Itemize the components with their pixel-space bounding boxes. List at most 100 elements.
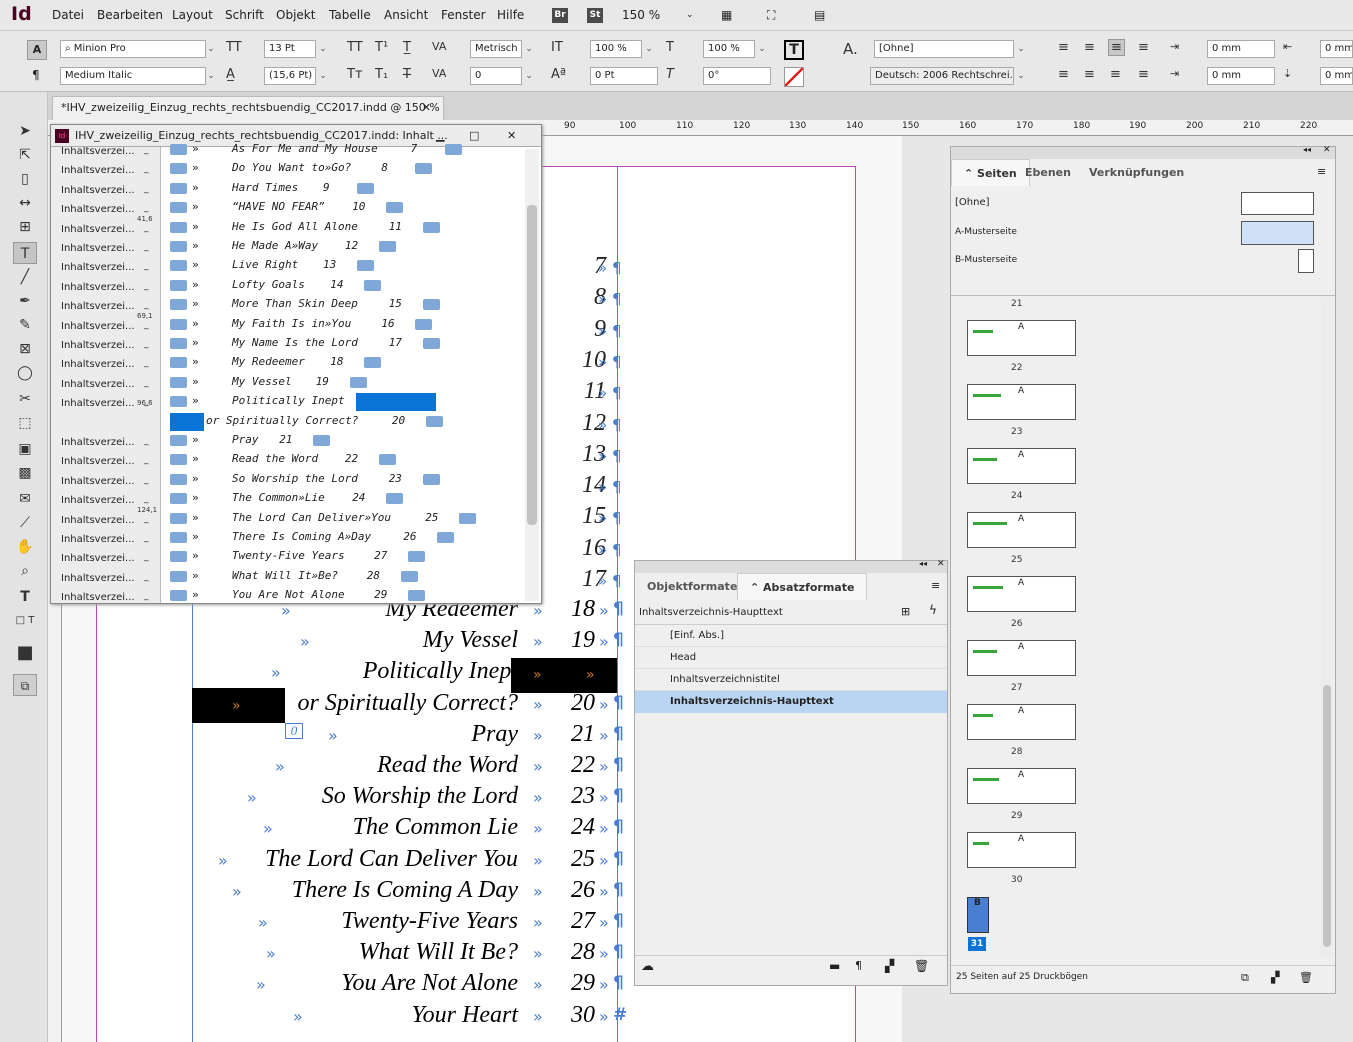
menu-objekt[interactable]: Objekt: [276, 8, 315, 22]
page-thumb[interactable]: A: [967, 576, 1076, 612]
master-none[interactable]: [Ohne]: [955, 197, 990, 208]
story-editor-scrollbar[interactable]: [525, 149, 539, 601]
new-group-icon[interactable]: ⊞: [901, 605, 910, 618]
chevron-down-icon[interactable]: ⌄: [204, 67, 218, 85]
close-icon[interactable]: ✕: [422, 97, 431, 119]
justify-right-icon[interactable]: ≡: [1138, 67, 1149, 82]
clear-overrides-icon[interactable]: ¶: [855, 959, 862, 972]
toc-line[interactable]: or Spiritually Correct?» 20» ¶: [96, 690, 626, 721]
gradient-swatch-tool-icon[interactable]: ▣: [13, 438, 37, 460]
story-row[interactable]: » You Are Not Alone 29: [163, 587, 523, 605]
zoom-tool-icon[interactable]: ⌕: [13, 560, 37, 582]
screen-mode-icon[interactable]: ⧉: [13, 674, 37, 696]
menu-schrift[interactable]: Schrift: [225, 8, 264, 22]
toc-line[interactable]: Twenty-Five Years»» 27» ¶: [96, 908, 626, 939]
type-tool-icon[interactable]: T: [13, 242, 37, 264]
story-row[interactable]: » Pray 21: [163, 432, 523, 450]
arrange-documents-icon[interactable]: ▤: [814, 8, 825, 22]
pen-tool-icon[interactable]: ✒: [13, 290, 37, 312]
story-row[interactable]: » Twenty-Five Years 27: [163, 548, 523, 566]
chevron-down-icon[interactable]: ⌄: [522, 67, 536, 85]
toc-line[interactable]: Pray»» 21» ¶: [96, 721, 626, 752]
eyedropper-tool-icon[interactable]: ⟋: [13, 512, 37, 534]
skew-field[interactable]: 0°: [703, 67, 771, 85]
collapse-icon[interactable]: ◂◂: [1303, 145, 1311, 154]
font-style-field[interactable]: Medium Italic: [60, 67, 206, 85]
chevron-down-icon[interactable]: ⌄: [522, 40, 536, 58]
chevron-down-icon[interactable]: ⌄: [316, 67, 330, 85]
horizontal-scale-field[interactable]: 100 %: [703, 40, 755, 58]
justify-all-icon[interactable]: ≡: [1110, 67, 1121, 82]
story-row[interactable]: » Live Right 13: [163, 257, 523, 275]
story-row[interactable]: » What Will It»Be? 28: [163, 568, 523, 586]
subscript-icon[interactable]: T₁: [375, 67, 388, 82]
close-icon[interactable]: ✕: [937, 559, 945, 569]
edit-page-size-icon[interactable]: ⧉: [1241, 971, 1249, 985]
toc-line[interactable]: Read the Word»» 22» ¶: [96, 752, 626, 783]
folder-icon[interactable]: ▬: [829, 959, 840, 973]
panel-menu-icon[interactable]: ≡: [1317, 165, 1326, 178]
style-item-selected[interactable]: Inhaltsverzeichnis-Haupttext: [635, 691, 947, 713]
toc-line[interactable]: So Worship the Lord»» 23» ¶: [96, 783, 626, 814]
master-b[interactable]: B-Musterseite: [955, 255, 1017, 265]
text-fill-icon[interactable]: T: [784, 40, 804, 60]
panel-menu-icon[interactable]: ≡: [931, 579, 940, 592]
chevron-down-icon[interactable]: ⌄: [1014, 40, 1028, 58]
lightning-icon[interactable]: ϟ: [929, 603, 937, 617]
toc-line[interactable]: The Common Lie»» 24» ¶: [96, 814, 626, 845]
page-label-selected[interactable]: 31: [968, 937, 986, 951]
toc-line[interactable]: You Are Not Alone»» 29» ¶: [96, 970, 626, 1001]
direct-selection-tool-icon[interactable]: ⇱: [13, 144, 37, 166]
story-row[interactable]: » Politically Inept: [163, 393, 523, 412]
story-row[interactable]: » He Is God All Alone 11: [163, 219, 523, 237]
free-transform-tool-icon[interactable]: ⬚: [13, 412, 37, 434]
page-thumb-last[interactable]: B: [967, 897, 989, 933]
story-row[interactable]: » My Redeemer 18: [163, 354, 523, 372]
scissors-tool-icon[interactable]: ✂: [13, 388, 37, 410]
screen-mode-icon[interactable]: ▦: [721, 8, 732, 22]
underline-icon[interactable]: T̲: [403, 40, 411, 55]
ellipse-tool-icon[interactable]: ◯: [13, 362, 37, 384]
chevron-down-icon[interactable]: ⌄: [755, 40, 769, 58]
all-caps-icon[interactable]: TT: [347, 40, 363, 55]
story-row[interactable]: » “HAVE NO FEAR” 10: [163, 199, 523, 217]
justify-center-icon[interactable]: ≡: [1084, 67, 1095, 82]
story-row[interactable]: » My Name Is the Lord 17: [163, 335, 523, 353]
strikethrough-icon[interactable]: T̶: [403, 67, 411, 82]
toc-line[interactable]: My Vessel»» 19» ¶: [96, 627, 626, 658]
leading-field[interactable]: (15,6 Pt): [264, 67, 316, 85]
master-b-thumb[interactable]: [1298, 249, 1314, 273]
chevron-down-icon[interactable]: ⌄: [316, 40, 330, 58]
chevron-down-icon[interactable]: ⌄: [686, 10, 694, 20]
cloud-library-icon[interactable]: ☁: [641, 959, 654, 974]
story-row[interactable]: » As For Me and My House 7: [163, 141, 523, 159]
trash-icon[interactable]: 🗑: [1299, 971, 1313, 984]
close-icon[interactable]: ✕: [1323, 145, 1331, 155]
chevron-down-icon[interactable]: ⌄: [1014, 67, 1028, 85]
page-thumb[interactable]: A: [967, 768, 1076, 804]
story-row[interactable]: » Hard Times 9: [163, 180, 523, 198]
page-thumb[interactable]: A: [967, 320, 1076, 356]
tab-ebenen[interactable]: Ebenen: [1013, 159, 1083, 186]
toc-line[interactable]: Your Heart»» 30» #: [96, 1002, 627, 1033]
gap-tool-icon[interactable]: ↔: [13, 192, 37, 214]
stock-button[interactable]: St: [587, 8, 603, 23]
selection-tool-icon[interactable]: ➤: [13, 120, 37, 142]
font-size-field[interactable]: 13 Pt: [264, 40, 316, 58]
story-row[interactable]: » So Worship the Lord 23: [163, 471, 523, 489]
menu-hilfe[interactable]: Hilfe: [497, 8, 524, 22]
first-line-indent-field[interactable]: 0 mm: [1207, 67, 1275, 85]
story-row[interactable]: » My Vessel 19: [163, 374, 523, 392]
align-right-icon[interactable]: ≡: [1108, 39, 1125, 56]
justify-left-icon[interactable]: ≡: [1058, 67, 1069, 82]
story-row[interactable]: » The Common»Lie 24: [163, 490, 523, 508]
menu-ansicht[interactable]: Ansicht: [384, 8, 428, 22]
page-thumb[interactable]: A: [967, 384, 1076, 420]
style-item[interactable]: Head: [635, 647, 947, 669]
menu-layout[interactable]: Layout: [172, 8, 213, 22]
tab-objektformate[interactable]: Objektformate: [635, 573, 749, 600]
scrollbar-thumb[interactable]: [527, 205, 537, 525]
menu-datei[interactable]: Datei: [52, 8, 84, 22]
page-thumb[interactable]: A: [967, 640, 1076, 676]
baseline-shift-field[interactable]: 0 Pt: [590, 67, 658, 85]
